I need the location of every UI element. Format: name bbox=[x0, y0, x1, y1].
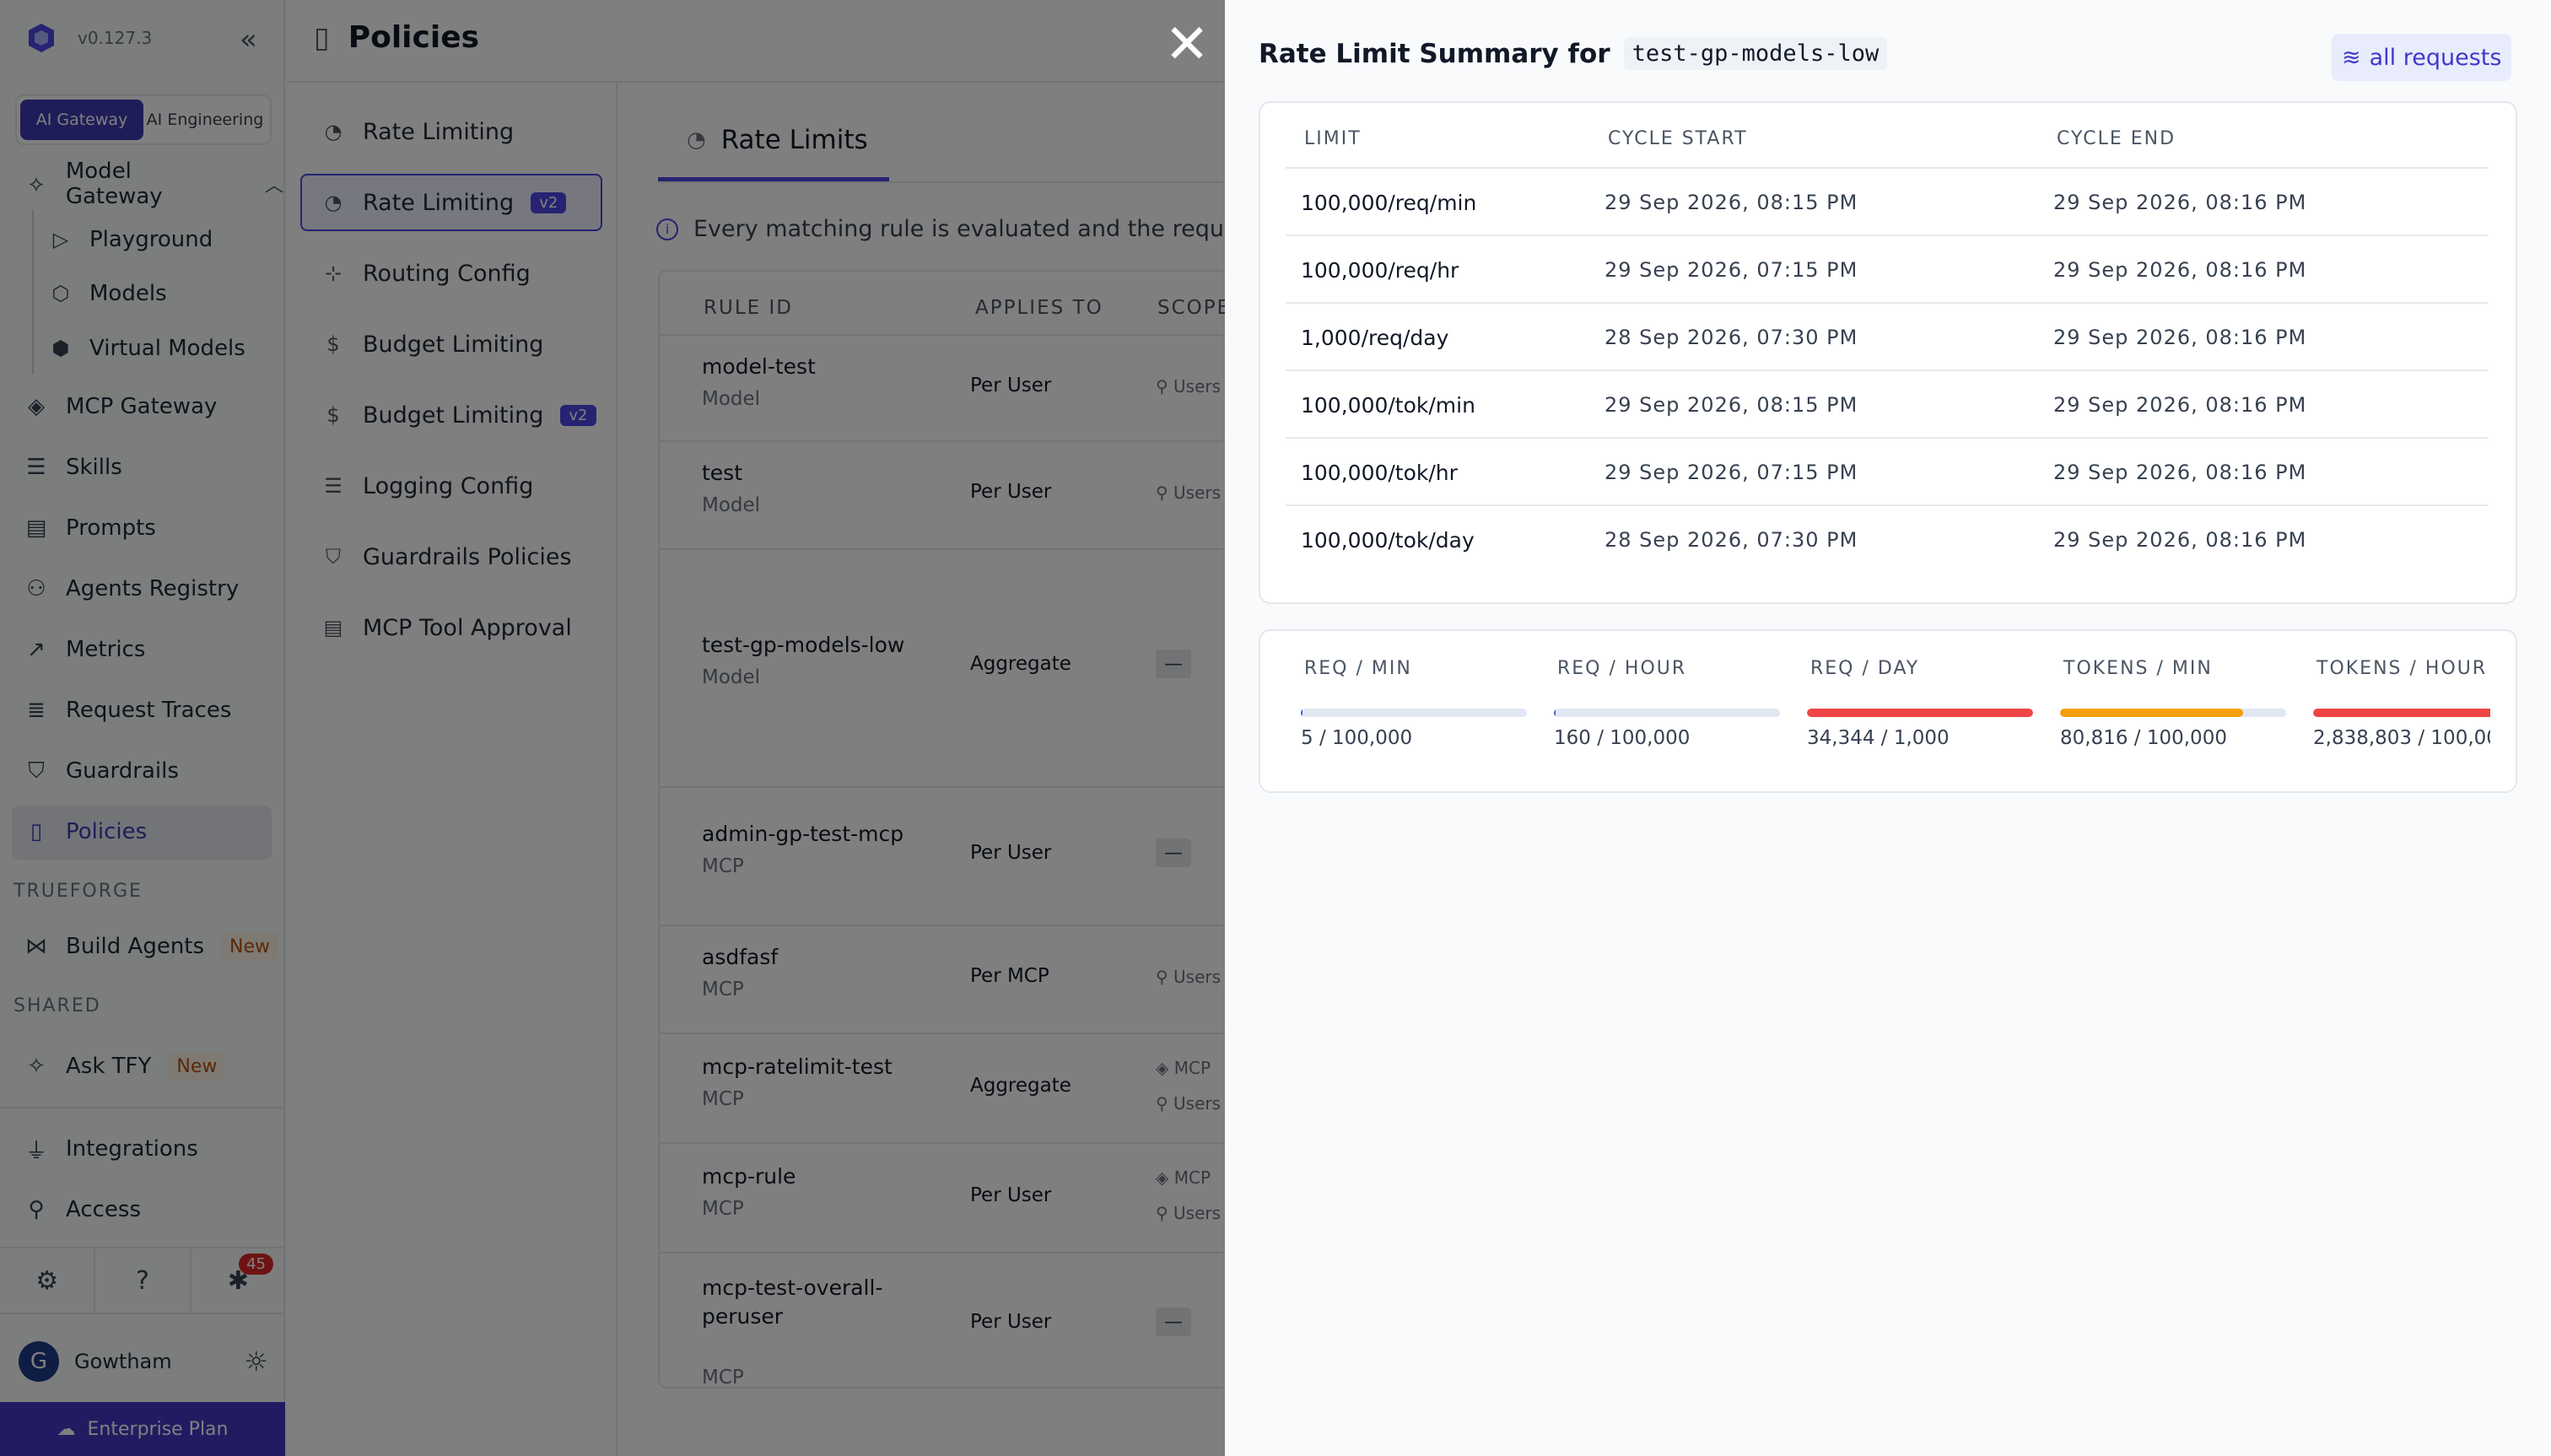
table-row: 100,000/req/hr 29 Sep 2026, 07:15 PM 29 … bbox=[1286, 236, 2489, 304]
limit-value: 100,000/req/min bbox=[1301, 191, 1477, 215]
cycle-end: 29 Sep 2026, 08:16 PM bbox=[2053, 191, 2307, 214]
table-row: 100,000/tok/day 28 Sep 2026, 07:30 PM 29… bbox=[1286, 506, 2489, 574]
usage-bar-req-hour bbox=[1554, 709, 1780, 717]
limit-value: 100,000/tok/hr bbox=[1301, 461, 1458, 485]
usage-value-tokens-min: 80,816 / 100,000 bbox=[2060, 727, 2227, 749]
usage-label-req-day: REQ / DAY bbox=[1810, 658, 1920, 679]
drawer-title: Rate Limit Summary for test-gp-models-lo… bbox=[1259, 37, 1888, 70]
cycle-start: 28 Sep 2026, 07:30 PM bbox=[1604, 528, 1858, 552]
drawer-title-text: Rate Limit Summary for bbox=[1259, 38, 1610, 69]
usage-fill bbox=[1554, 709, 1556, 717]
all-requests-label: all requests bbox=[2369, 44, 2502, 71]
limit-value: 1,000/req/day bbox=[1301, 326, 1449, 350]
usage-value-req-hour: 160 / 100,000 bbox=[1554, 727, 1691, 749]
table-row: 100,000/tok/hr 29 Sep 2026, 07:15 PM 29 … bbox=[1286, 439, 2489, 506]
usage-label-req-hour: REQ / HOUR bbox=[1557, 658, 1687, 679]
usage-value-tokens-hour: 2,838,803 / 100,000 bbox=[2313, 727, 2490, 749]
all-requests-button[interactable]: ≋ all requests bbox=[2332, 34, 2512, 81]
column-header-limit: LIMIT bbox=[1304, 128, 1362, 149]
usage-bar-req-min bbox=[1301, 709, 1527, 717]
usage-label-tokens-min: TOKENS / MIN bbox=[2063, 658, 2213, 679]
cycle-end: 29 Sep 2026, 08:16 PM bbox=[2053, 528, 2307, 552]
column-header-cycle-end: CYCLE END bbox=[2057, 128, 2176, 149]
usage-fill bbox=[1301, 709, 1302, 717]
cycle-end: 29 Sep 2026, 08:16 PM bbox=[2053, 326, 2307, 349]
usage-value-req-day: 34,344 / 1,000 bbox=[1807, 727, 1950, 749]
cycle-start: 29 Sep 2026, 08:15 PM bbox=[1604, 393, 1858, 417]
usage-bar-req-day bbox=[1807, 709, 2033, 717]
limit-value: 100,000/req/hr bbox=[1301, 258, 1459, 283]
table-row: 1,000/req/day 28 Sep 2026, 07:30 PM 29 S… bbox=[1286, 304, 2489, 371]
table-row: 100,000/tok/min 29 Sep 2026, 08:15 PM 29… bbox=[1286, 371, 2489, 439]
rule-name-chip: test-gp-models-low bbox=[1623, 37, 1888, 70]
usage-bar-tokens-min bbox=[2060, 709, 2286, 717]
modal-backdrop[interactable] bbox=[0, 0, 1225, 1456]
layers-icon: ≋ bbox=[2342, 44, 2361, 71]
usage-fill bbox=[1807, 709, 2033, 717]
column-header-cycle-start: CYCLE START bbox=[1608, 128, 1748, 149]
cycle-start: 29 Sep 2026, 07:15 PM bbox=[1604, 461, 1858, 484]
usage-strip: REQ / MIN 5 / 100,000 REQ / HOUR 160 / 1… bbox=[1260, 631, 2490, 791]
limit-value: 100,000/tok/min bbox=[1301, 393, 1475, 418]
table-row: 100,000/req/min 29 Sep 2026, 08:15 PM 29… bbox=[1286, 169, 2489, 236]
usage-label-tokens-hour: TOKENS / HOUR bbox=[2316, 658, 2488, 679]
cycle-start: 28 Sep 2026, 07:30 PM bbox=[1604, 326, 1858, 349]
usage-fill bbox=[2060, 709, 2243, 717]
usage-fill bbox=[2313, 709, 2490, 717]
usage-value-req-min: 5 / 100,000 bbox=[1301, 727, 1413, 749]
cycle-start: 29 Sep 2026, 07:15 PM bbox=[1604, 258, 1858, 282]
cycle-end: 29 Sep 2026, 08:16 PM bbox=[2053, 461, 2307, 484]
limit-value: 100,000/tok/day bbox=[1301, 528, 1475, 553]
cycle-end: 29 Sep 2026, 08:16 PM bbox=[2053, 393, 2307, 417]
close-icon[interactable]: ✕ bbox=[1164, 18, 1210, 72]
usage-bar-tokens-hour bbox=[2313, 709, 2490, 717]
cycle-end: 29 Sep 2026, 08:16 PM bbox=[2053, 258, 2307, 282]
usage-label-req-min: REQ / MIN bbox=[1304, 658, 1412, 679]
cycle-start: 29 Sep 2026, 08:15 PM bbox=[1604, 191, 1858, 214]
